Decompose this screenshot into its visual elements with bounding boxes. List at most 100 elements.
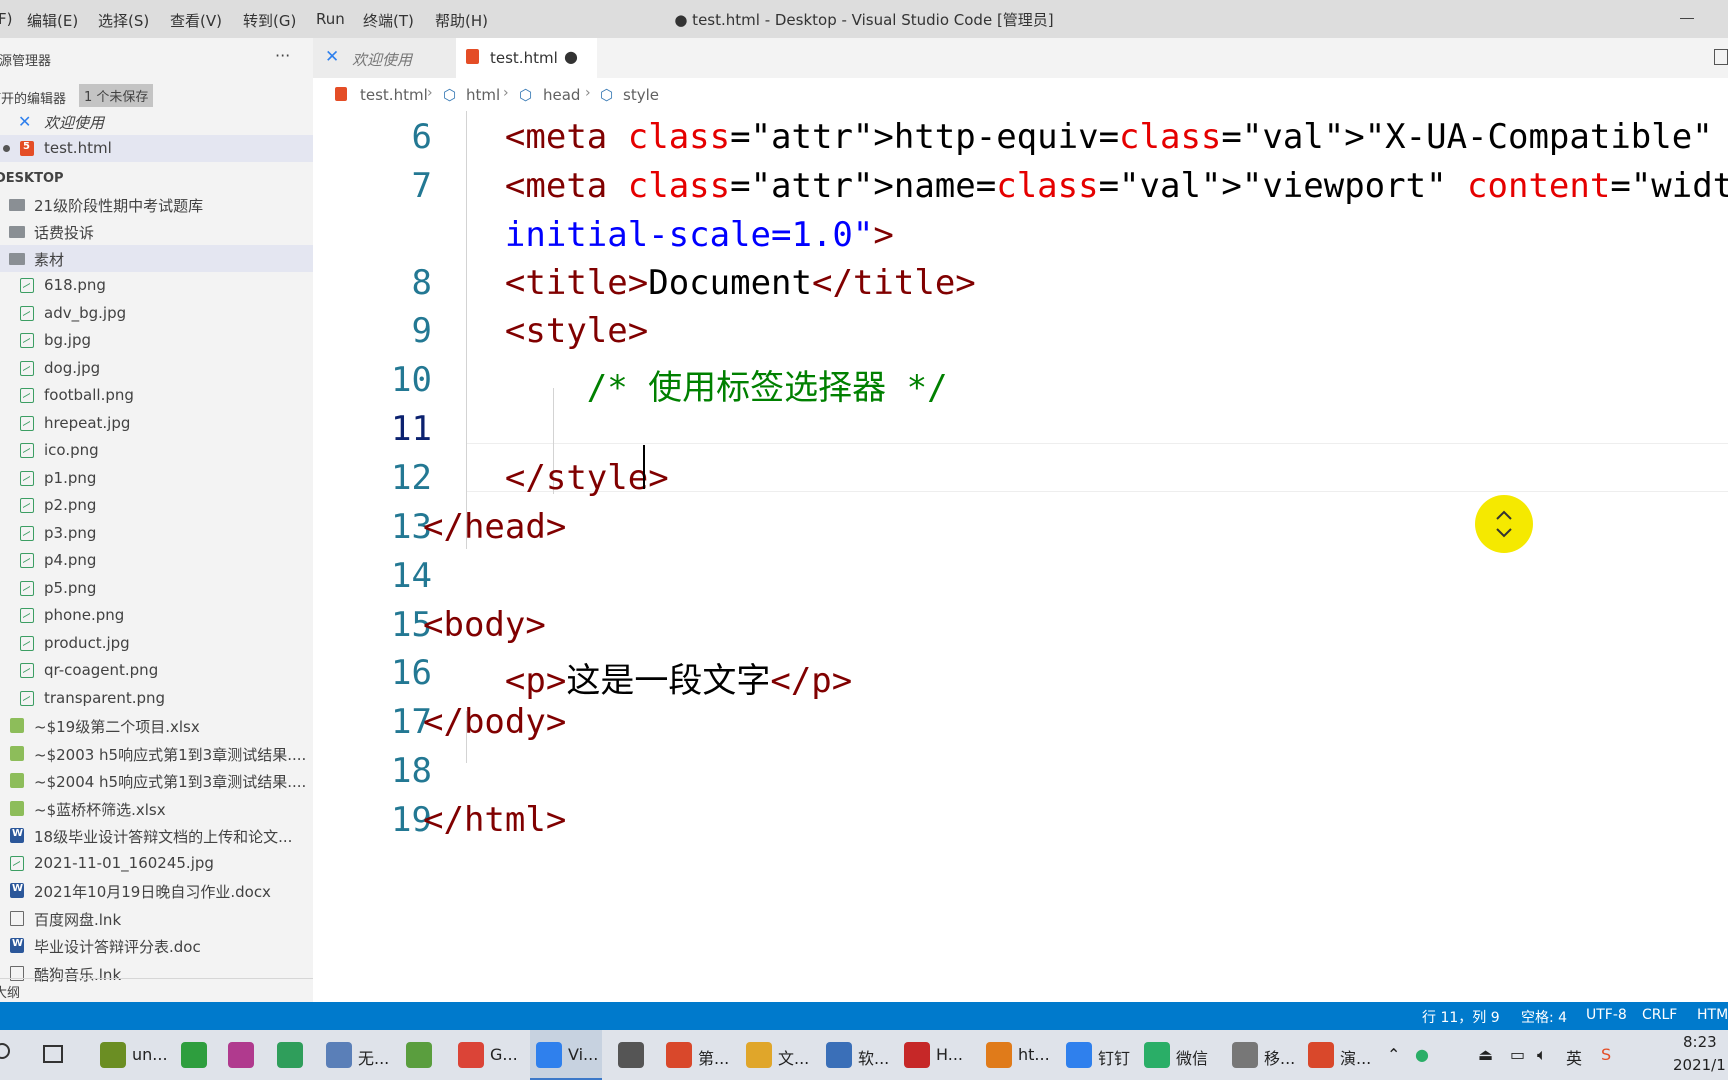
file-item[interactable]: adv_bg.jpg xyxy=(0,300,313,327)
open-editor-welcome[interactable]: ✕ 欢迎使用 xyxy=(0,108,313,135)
image-file-icon xyxy=(10,855,24,871)
taskbar-app[interactable]: 第... xyxy=(660,1030,732,1080)
taskbar-app[interactable]: H... xyxy=(898,1030,970,1080)
file-label: p3.png xyxy=(44,523,97,542)
file-item[interactable]: 18级毕业设计答辩文档的上传和论文... xyxy=(0,822,313,849)
file-item[interactable]: ~$2004 h5响应式第1到3章测试结果.... xyxy=(0,767,313,794)
folder-item-expanded[interactable]: 素材 xyxy=(0,245,313,272)
image-file-icon xyxy=(20,470,34,486)
file-item[interactable]: dog.jpg xyxy=(0,355,313,382)
image-file-icon xyxy=(20,690,34,706)
file-item[interactable]: transparent.png xyxy=(0,685,313,712)
file-item[interactable]: ~$19级第二个项目.xlsx xyxy=(0,712,313,739)
folder-item[interactable]: 21级阶段性期中考试题库 xyxy=(0,191,313,218)
title-bar: F) 编辑(E) 选择(S) 查看(V) 转到(G) Run 终端(T) 帮助(… xyxy=(0,0,1728,38)
file-item[interactable]: phone.png xyxy=(0,602,313,629)
code-editor[interactable]: 6 7 8 9 10 11 12 13 14 15 16 17 18 19 <m… xyxy=(313,111,1728,1002)
task-view-icon[interactable] xyxy=(43,1045,63,1063)
excel-file-icon xyxy=(10,800,24,816)
file-label: product.jpg xyxy=(44,633,130,652)
code-line: <meta class="attr">name=class="val">"vie… xyxy=(504,166,1728,206)
volume-icon[interactable]: 🔈︎ xyxy=(1537,1045,1547,1065)
file-item[interactable]: p4.png xyxy=(0,547,313,574)
ime-icon[interactable]: S xyxy=(1601,1045,1611,1064)
taskbar-app[interactable]: 软... xyxy=(820,1030,892,1080)
file-item[interactable]: ~$蓝桥杯筛选.xlsx xyxy=(0,795,313,822)
clock-date[interactable]: 2021/1 xyxy=(1673,1056,1726,1074)
encoding[interactable]: UTF-8 xyxy=(1586,1007,1627,1023)
image-file-icon xyxy=(20,553,34,568)
file-item[interactable]: 毕业设计答辩评分表.doc xyxy=(0,932,313,959)
file-item[interactable]: ~$2003 h5响应式第1到3章测试结果.... xyxy=(0,740,313,767)
file-item[interactable]: product.jpg xyxy=(0,630,313,657)
app-icon xyxy=(1232,1042,1258,1068)
input-language[interactable]: 英 xyxy=(1566,1045,1582,1069)
file-item[interactable]: hrepeat.jpg xyxy=(0,410,313,437)
minimize-icon[interactable] xyxy=(1680,18,1694,19)
app-icon xyxy=(746,1042,772,1068)
open-editors-label[interactable]: 打开的编辑器 xyxy=(0,88,66,107)
app-icon xyxy=(458,1042,484,1068)
file-item[interactable]: qr-coagent.png xyxy=(0,657,313,684)
network-icon[interactable]: ▭ xyxy=(1510,1045,1525,1064)
folder-item[interactable]: 话费投诉 xyxy=(0,218,313,245)
mouse-pointer-highlight-icon xyxy=(1475,495,1533,553)
taskbar-app[interactable] xyxy=(400,1030,440,1080)
taskbar-app[interactable]: G... xyxy=(452,1030,524,1080)
taskbar-app[interactable]: un... xyxy=(94,1030,168,1080)
file-item[interactable]: p3.png xyxy=(0,520,313,547)
split-editor-icon[interactable] xyxy=(1714,49,1728,65)
breadcrumb-style[interactable]: style xyxy=(623,86,659,104)
taskbar-app[interactable]: 无... xyxy=(320,1030,392,1080)
desktop-section-label[interactable]: DESKTOP xyxy=(0,171,64,186)
line-ending[interactable]: CRLF xyxy=(1642,1007,1677,1023)
chevron-up-icon[interactable]: ⌃ xyxy=(1387,1045,1400,1064)
taskbar-app[interactable] xyxy=(612,1030,652,1080)
file-item[interactable]: 百度网盘.lnk xyxy=(0,905,313,932)
breadcrumb-html[interactable]: html xyxy=(466,86,500,104)
unsaved-dot-icon[interactable]: ● xyxy=(564,47,578,66)
file-item[interactable]: 酷狗音乐.lnk xyxy=(0,960,313,987)
taskbar-app[interactable]: 钉钉 xyxy=(1060,1030,1132,1080)
wechat-tray-icon[interactable]: ● xyxy=(1415,1045,1429,1064)
search-icon[interactable] xyxy=(0,1043,10,1059)
taskbar-app[interactable] xyxy=(175,1030,215,1080)
taskbar-app[interactable]: 文... xyxy=(740,1030,812,1080)
taskbar-app[interactable]: 演... xyxy=(1302,1030,1374,1080)
breadcrumb-head[interactable]: head xyxy=(543,86,580,104)
app-icon xyxy=(1144,1042,1170,1068)
language-mode[interactable]: HTM xyxy=(1697,1007,1728,1023)
file-item[interactable]: 618.png xyxy=(0,272,313,299)
indentation[interactable]: 空格: 4 xyxy=(1521,1007,1567,1027)
app-icon xyxy=(618,1042,644,1068)
taskbar-app[interactable]: ht... xyxy=(980,1030,1052,1080)
outline-label[interactable]: 大纲 xyxy=(0,982,20,1001)
file-item[interactable]: ico.png xyxy=(0,437,313,464)
file-label: p2.png xyxy=(44,496,97,514)
file-item[interactable]: p5.png xyxy=(0,575,313,602)
usb-icon[interactable]: ⏏ xyxy=(1478,1045,1493,1064)
tab-welcome[interactable]: ✕ 欢迎使用 xyxy=(313,38,456,78)
breadcrumb-file[interactable]: test.html xyxy=(360,86,428,104)
taskbar-app[interactable]: Vi... xyxy=(530,1030,602,1080)
file-item[interactable]: football.png xyxy=(0,382,313,409)
open-editor-test-html[interactable]: test.html xyxy=(0,135,313,162)
taskbar-app[interactable] xyxy=(271,1030,311,1080)
vscode-icon: ✕ xyxy=(18,112,32,131)
file-item[interactable]: p2.png xyxy=(0,492,313,519)
more-actions-icon[interactable]: ··· xyxy=(275,46,290,65)
file-item[interactable]: p1.png xyxy=(0,465,313,492)
file-item[interactable]: 2021-11-01_160245.jpg xyxy=(0,850,313,877)
file-label: 酷狗音乐.lnk xyxy=(34,965,122,984)
file-item[interactable]: bg.jpg xyxy=(0,327,313,354)
file-label: 2021-11-01_160245.jpg xyxy=(34,853,214,872)
tab-test-html[interactable]: test.html ● xyxy=(456,38,597,78)
file-item[interactable]: 2021年10月19日晚自习作业.docx xyxy=(0,877,313,904)
taskbar-app[interactable]: 微信 xyxy=(1138,1030,1218,1080)
cursor-position[interactable]: 行 11，列 9 xyxy=(1422,1007,1500,1027)
image-file-icon xyxy=(20,498,34,513)
code-line: </html> xyxy=(423,800,567,840)
taskbar-app[interactable]: 移... xyxy=(1226,1030,1298,1080)
taskbar-app[interactable] xyxy=(222,1030,262,1080)
clock-time[interactable]: 8:23 xyxy=(1683,1033,1717,1051)
